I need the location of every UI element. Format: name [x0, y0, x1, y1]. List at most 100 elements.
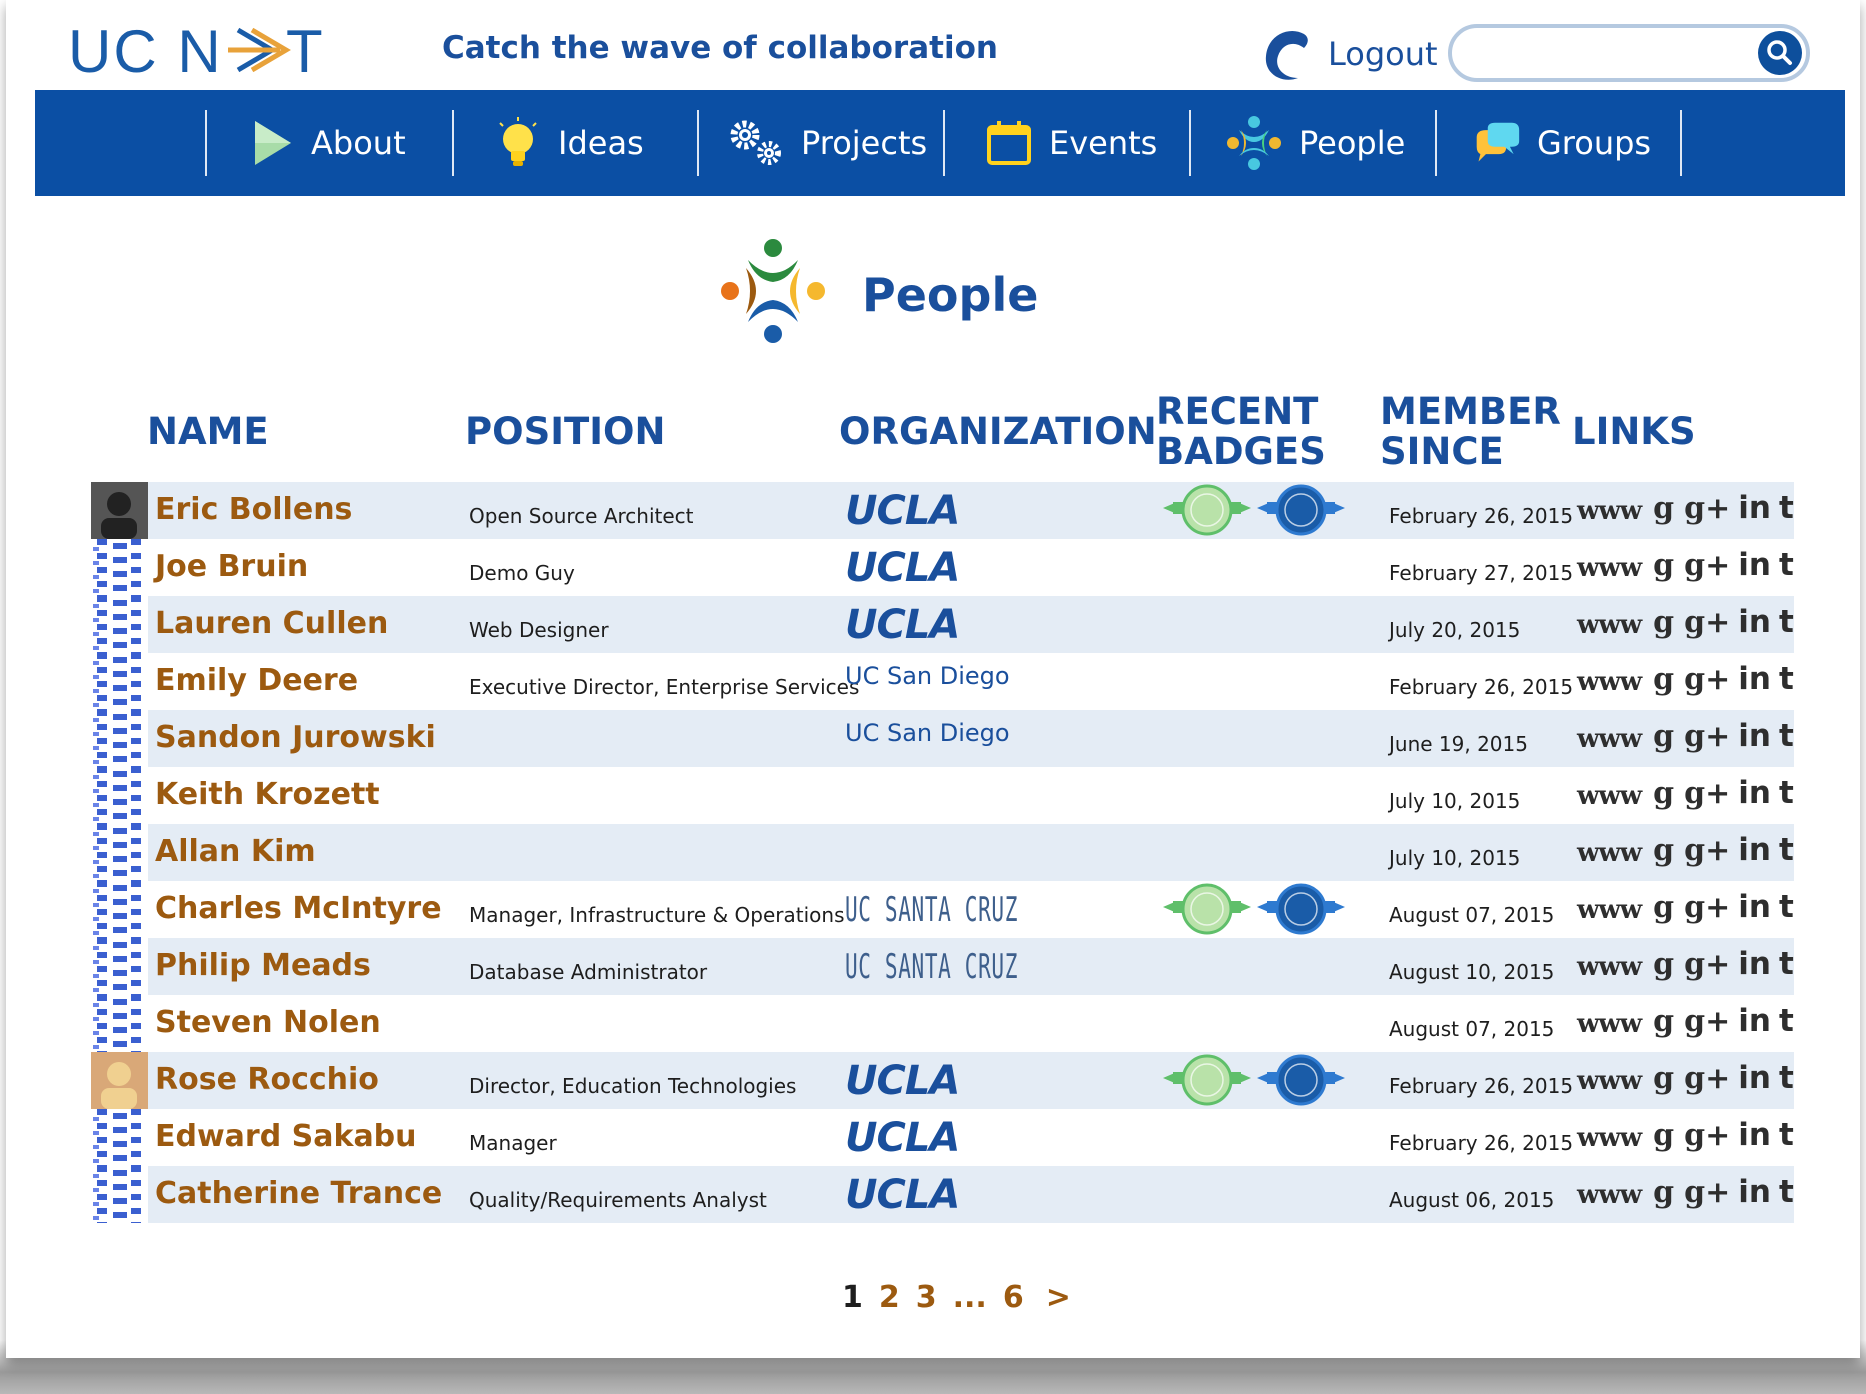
google-plus-link[interactable]: g+	[1684, 548, 1730, 583]
person-name-link[interactable]: Sandon Jurowski	[155, 720, 436, 755]
twitter-link[interactable]: t	[1779, 604, 1794, 640]
google-link[interactable]: g	[1653, 662, 1674, 697]
nav-item-events[interactable]: Events	[943, 110, 1189, 176]
nav-item-about[interactable]: About	[205, 110, 452, 176]
google-plus-link[interactable]: g+	[1684, 890, 1730, 925]
google-link[interactable]: g	[1653, 548, 1674, 583]
website-link[interactable]: www	[1577, 1180, 1642, 1210]
google-link[interactable]: g	[1653, 1004, 1674, 1039]
google-link[interactable]: g	[1653, 1061, 1674, 1096]
person-name-link[interactable]: Rose Rocchio	[155, 1062, 379, 1097]
linkedin-link[interactable]: in	[1738, 1174, 1771, 1210]
website-link[interactable]: www	[1577, 838, 1642, 868]
search-input[interactable]	[1466, 36, 1760, 72]
linkedin-link[interactable]: in	[1738, 1003, 1771, 1039]
person-name-link[interactable]: Lauren Cullen	[155, 606, 388, 641]
twitter-link[interactable]: t	[1779, 547, 1794, 583]
website-link[interactable]: www	[1577, 895, 1642, 925]
avatar[interactable]	[91, 1166, 148, 1223]
person-name-link[interactable]: Steven Nolen	[155, 1005, 381, 1040]
avatar[interactable]	[91, 767, 148, 824]
person-name-link[interactable]: Keith Krozett	[155, 777, 380, 812]
google-plus-link[interactable]: g+	[1684, 947, 1730, 982]
linkedin-link[interactable]: in	[1738, 490, 1771, 526]
twitter-link[interactable]: t	[1779, 1117, 1794, 1153]
person-name-link[interactable]: Eric Bollens	[155, 492, 352, 527]
linkedin-link[interactable]: in	[1738, 547, 1771, 583]
google-link[interactable]: g	[1653, 1175, 1674, 1210]
linkedin-link[interactable]: in	[1738, 946, 1771, 982]
twitter-link[interactable]: t	[1779, 490, 1794, 526]
linkedin-link[interactable]: in	[1738, 1060, 1771, 1096]
google-plus-link[interactable]: g+	[1684, 1118, 1730, 1153]
website-link[interactable]: www	[1577, 1123, 1642, 1153]
google-plus-link[interactable]: g+	[1684, 491, 1730, 526]
avatar[interactable]	[91, 653, 148, 710]
website-link[interactable]: www	[1577, 724, 1642, 754]
google-link[interactable]: g	[1653, 719, 1674, 754]
person-organization[interactable]: UC San Diego	[845, 704, 1010, 761]
google-link[interactable]: g	[1653, 776, 1674, 811]
linkedin-link[interactable]: in	[1738, 889, 1771, 925]
website-link[interactable]: www	[1577, 553, 1642, 583]
twitter-link[interactable]: t	[1779, 1174, 1794, 1210]
person-name-link[interactable]: Charles McIntyre	[155, 891, 442, 926]
person-name-link[interactable]: Philip Meads	[155, 948, 371, 983]
website-link[interactable]: www	[1577, 610, 1642, 640]
google-link[interactable]: g	[1653, 1118, 1674, 1153]
google-plus-link[interactable]: g+	[1684, 776, 1730, 811]
column-header-member-since[interactable]: MEMBER SINCE	[1380, 392, 1561, 472]
avatar[interactable]	[91, 824, 148, 881]
twitter-link[interactable]: t	[1779, 832, 1794, 868]
person-organization[interactable]: UC San Diego	[845, 647, 1010, 704]
google-link[interactable]: g	[1653, 491, 1674, 526]
website-link[interactable]: www	[1577, 1066, 1642, 1096]
website-link[interactable]: www	[1577, 1009, 1642, 1039]
person-organization[interactable]: UC SANTA CRUZ	[845, 938, 1018, 995]
person-name-link[interactable]: Emily Deere	[155, 663, 358, 698]
twitter-link[interactable]: t	[1779, 718, 1794, 754]
google-plus-link[interactable]: g+	[1684, 1004, 1730, 1039]
person-organization[interactable]: UCLA	[845, 1109, 960, 1166]
avatar[interactable]	[91, 881, 148, 938]
person-name-link[interactable]: Catherine Trance	[155, 1176, 442, 1211]
avatar[interactable]	[91, 1109, 148, 1166]
nav-item-ideas[interactable]: Ideas	[452, 110, 697, 176]
google-link[interactable]: g	[1653, 890, 1674, 925]
google-plus-link[interactable]: g+	[1684, 662, 1730, 697]
google-plus-link[interactable]: g+	[1684, 1061, 1730, 1096]
twitter-link[interactable]: t	[1779, 661, 1794, 697]
person-name-link[interactable]: Allan Kim	[155, 834, 316, 869]
twitter-link[interactable]: t	[1779, 775, 1794, 811]
person-organization[interactable]: UCLA	[845, 596, 960, 653]
avatar[interactable]	[91, 938, 148, 995]
linkedin-link[interactable]: in	[1738, 661, 1771, 697]
person-organization[interactable]: UCLA	[845, 539, 960, 596]
nav-item-people[interactable]: People	[1189, 110, 1435, 176]
twitter-link[interactable]: t	[1779, 946, 1794, 982]
avatar[interactable]	[91, 596, 148, 653]
column-header-organization[interactable]: ORGANIZATION	[839, 412, 1157, 452]
page-link-6[interactable]: 6	[1003, 1280, 1024, 1315]
google-plus-link[interactable]: g+	[1684, 605, 1730, 640]
google-plus-link[interactable]: g+	[1684, 719, 1730, 754]
linkedin-link[interactable]: in	[1738, 604, 1771, 640]
search-button[interactable]	[1758, 31, 1802, 75]
logout-link[interactable]: Logout	[1260, 22, 1438, 86]
column-header-name[interactable]: NAME	[147, 412, 269, 452]
linkedin-link[interactable]: in	[1738, 832, 1771, 868]
google-plus-link[interactable]: g+	[1684, 1175, 1730, 1210]
next-page-link[interactable]: >	[1046, 1280, 1071, 1315]
linkedin-link[interactable]: in	[1738, 718, 1771, 754]
website-link[interactable]: www	[1577, 496, 1642, 526]
uc-next-logo[interactable]: UC N T	[68, 18, 398, 82]
page-link-2[interactable]: 2	[879, 1280, 900, 1315]
page-link-3[interactable]: 3	[916, 1280, 937, 1315]
nav-item-groups[interactable]: Groups	[1435, 110, 1681, 176]
google-link[interactable]: g	[1653, 947, 1674, 982]
avatar[interactable]	[91, 995, 148, 1052]
google-plus-link[interactable]: g+	[1684, 833, 1730, 868]
avatar[interactable]	[91, 710, 148, 767]
person-organization[interactable]: UCLA	[845, 1166, 960, 1223]
linkedin-link[interactable]: in	[1738, 1117, 1771, 1153]
